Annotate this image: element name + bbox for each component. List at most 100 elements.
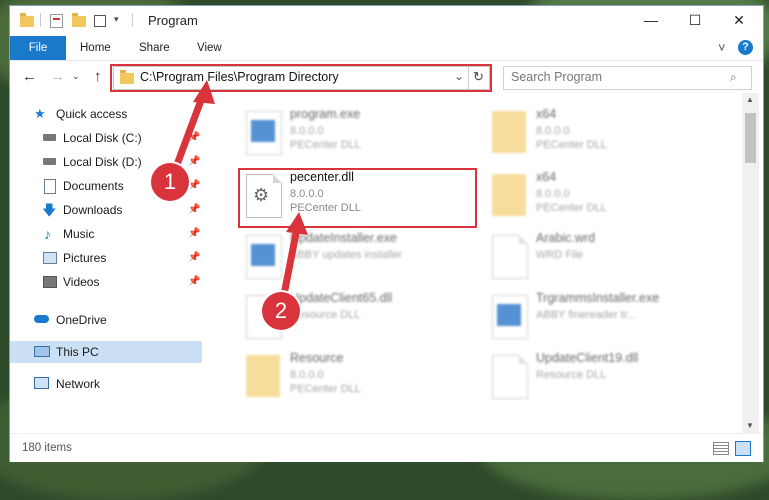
- details-view-icon[interactable]: [713, 442, 729, 455]
- scroll-up-arrow-icon[interactable]: ▲: [746, 95, 754, 104]
- folder-icon: [492, 111, 526, 153]
- title-bar: ▾ Program — ☐ ✕: [10, 6, 763, 36]
- tab-file[interactable]: File: [10, 36, 66, 60]
- monitor-icon: [34, 346, 50, 357]
- back-arrow-icon[interactable]: ←: [22, 68, 37, 85]
- file-explorer-window: ▾ Program — ☐ ✕ File Home Share View ˅ ?…: [10, 6, 763, 462]
- item-count: 180 items: [22, 442, 72, 454]
- tab-home[interactable]: Home: [80, 36, 111, 60]
- separator: [132, 13, 133, 27]
- scroll-down-arrow-icon[interactable]: ▼: [746, 421, 754, 430]
- folder-icon: [246, 355, 280, 397]
- properties-icon[interactable]: [50, 14, 63, 28]
- drive-icon: [43, 134, 56, 141]
- sidebar-item-local-disk-c[interactable]: Local Disk (C:) 📌: [10, 127, 202, 149]
- cloud-icon: [34, 315, 49, 323]
- file-name: TrgrammsInstaller.exe: [536, 291, 660, 305]
- file-name: program.exe: [290, 107, 361, 121]
- file-item[interactable]: Arabic.wrd WRD File: [484, 229, 724, 285]
- large-icons-view-icon[interactable]: [735, 441, 751, 456]
- sidebar-item-label: This PC: [56, 345, 99, 359]
- sidebar-item-onedrive[interactable]: OneDrive: [10, 309, 202, 331]
- sidebar-item-this-pc[interactable]: This PC: [10, 341, 202, 363]
- tab-share[interactable]: Share: [139, 36, 170, 60]
- folder-icon: [492, 174, 526, 216]
- sidebar-item-label: OneDrive: [56, 313, 107, 327]
- forward-arrow-icon[interactable]: →: [50, 68, 65, 85]
- up-arrow-icon[interactable]: ↑: [94, 68, 102, 85]
- file-name: UpdateClient19.dll: [536, 351, 639, 365]
- ribbon-expand-chevron-icon[interactable]: ˅: [718, 40, 726, 55]
- search-icon[interactable]: ⌕: [730, 70, 737, 85]
- exe-file-icon: [246, 111, 282, 155]
- document-file-icon: [492, 235, 528, 279]
- sidebar-item-label: Music: [63, 227, 95, 241]
- drive-icon: [43, 158, 56, 165]
- file-name: UpdateClient65.dll: [290, 291, 393, 305]
- file-item[interactable]: Resource 8.0.0.0 PECenter DLL: [238, 349, 478, 405]
- file-description: PECenter DLL: [290, 139, 361, 151]
- file-version: 8.0.0.0: [290, 125, 324, 137]
- film-icon: [43, 276, 57, 288]
- sidebar-item-label: Local Disk (D:): [63, 155, 142, 169]
- maximize-button[interactable]: ☐: [673, 6, 717, 36]
- minimize-button[interactable]: —: [629, 6, 673, 36]
- file-version: WRD File: [536, 249, 584, 261]
- sidebar-item-label: Network: [56, 377, 101, 391]
- pin-icon[interactable]: 📌: [188, 127, 200, 149]
- search-placeholder: Search Program: [511, 70, 603, 84]
- pin-icon[interactable]: 📌: [188, 223, 200, 245]
- sidebar-item-pictures[interactable]: Pictures 📌: [10, 247, 202, 269]
- file-item[interactable]: x64 8.0.0.0 PECenter DLL: [484, 105, 724, 161]
- file-item[interactable]: UpdateInstaller.exe ABBY updates install…: [238, 229, 478, 285]
- file-item[interactable]: UpdateClient19.dll Resource DLL: [484, 349, 724, 405]
- address-row: ← → ⌄ ↑ C:\Program Files\Program Directo…: [10, 60, 763, 93]
- sidebar-item-quick-access[interactable]: ★ Quick access: [10, 103, 202, 125]
- navigation-pane: ★ Quick access Local Disk (C:) 📌 Local D…: [10, 93, 202, 433]
- view-options-icon[interactable]: [94, 13, 110, 27]
- sidebar-item-videos[interactable]: Videos 📌: [10, 271, 202, 293]
- file-version: 8.0.0.0: [290, 369, 324, 381]
- documents-icon: [44, 179, 56, 194]
- search-input[interactable]: Search Program ⌕: [503, 66, 752, 90]
- address-highlight: [110, 64, 492, 92]
- close-button[interactable]: ✕: [717, 6, 761, 36]
- file-name: x64: [536, 107, 557, 121]
- pictures-icon: [43, 252, 57, 264]
- sidebar-item-music[interactable]: ♪ Music 📌: [10, 223, 202, 245]
- customize-toolbar-chevron-icon[interactable]: ▾: [114, 14, 119, 25]
- pin-icon[interactable]: 📌: [188, 175, 200, 197]
- file-item[interactable]: program.exe 8.0.0.0 PECenter DLL: [238, 105, 478, 161]
- scroll-thumb[interactable]: [745, 113, 756, 163]
- new-folder-icon[interactable]: [72, 13, 86, 27]
- pin-icon[interactable]: 📌: [188, 247, 200, 269]
- network-icon: [34, 377, 49, 389]
- pin-icon[interactable]: 📌: [188, 271, 200, 293]
- file-version: ABBY updates installer: [290, 249, 403, 261]
- sidebar-item-downloads[interactable]: 🡇 Downloads 📌: [10, 199, 202, 221]
- ribbon-tabs: File Home Share View ˅ ?: [10, 36, 763, 60]
- file-item[interactable]: x64 8.0.0.0 PECenter DLL: [484, 168, 724, 224]
- file-description: PECenter DLL: [290, 383, 361, 395]
- sidebar-item-label: Pictures: [63, 251, 107, 265]
- download-arrow-icon: 🡇: [42, 202, 57, 218]
- window-title: Program: [148, 13, 198, 28]
- pin-icon[interactable]: 📌: [188, 151, 200, 173]
- exe-file-icon: [492, 295, 528, 339]
- file-name: x64: [536, 170, 557, 184]
- recent-locations-chevron-icon[interactable]: ⌄: [72, 71, 80, 82]
- vertical-scrollbar[interactable]: ▲ ▼: [742, 93, 759, 433]
- file-item[interactable]: TrgrammsInstaller.exe ABBY finereader tr…: [484, 289, 724, 345]
- sidebar-item-network[interactable]: Network: [10, 373, 202, 395]
- help-icon[interactable]: ?: [738, 40, 753, 55]
- separator: [40, 13, 41, 27]
- file-name: Resource: [290, 351, 344, 365]
- file-list: program.exe 8.0.0.0 PECenter DLL x64 8.0…: [202, 93, 742, 433]
- file-highlight: [238, 168, 477, 228]
- star-icon: ★: [34, 106, 46, 121]
- pin-icon[interactable]: 📌: [188, 199, 200, 221]
- sidebar-item-label: Documents: [63, 179, 124, 193]
- file-description: PECenter DLL: [536, 139, 607, 151]
- tab-view[interactable]: View: [197, 36, 222, 60]
- music-note-icon: ♪: [44, 226, 51, 242]
